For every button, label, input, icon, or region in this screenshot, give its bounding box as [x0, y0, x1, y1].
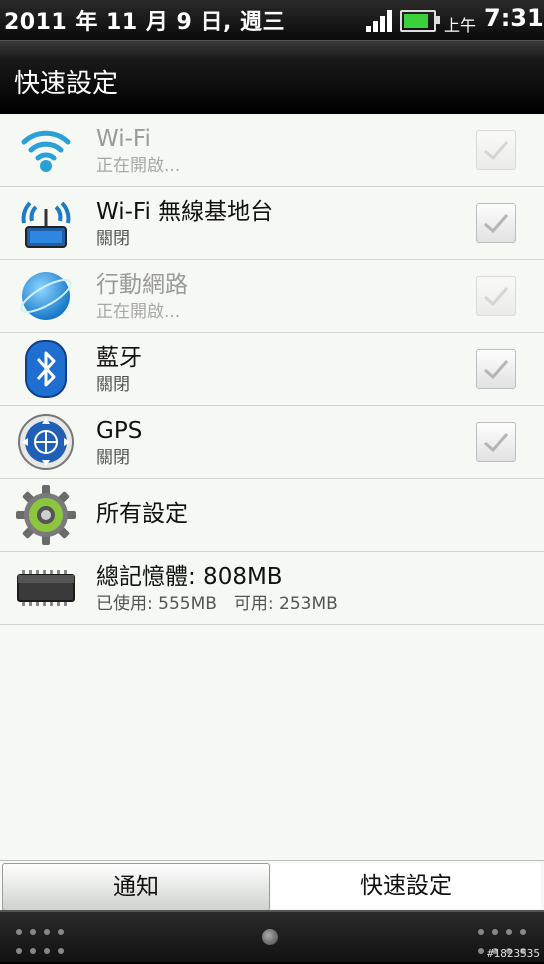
- tab-quick-settings[interactable]: 快速設定: [271, 863, 541, 909]
- quick-settings-header: 快速設定: [0, 40, 544, 113]
- home-button[interactable]: [262, 929, 278, 945]
- wifi-label: Wi-Fi: [96, 126, 151, 152]
- all-settings-row[interactable]: 所有設定: [0, 479, 544, 552]
- wifi-hotspot-icon: [16, 193, 76, 253]
- gear-icon: [16, 485, 76, 545]
- tab-notifications[interactable]: 通知: [2, 863, 270, 911]
- wifi-status: 正在開啟...: [96, 156, 181, 176]
- memory-chip-icon: [16, 558, 76, 618]
- quick-settings-list: Wi-Fi 正在開啟... Wi-Fi 無線基地台 關閉 行動網路 正在開啟..…: [0, 114, 544, 860]
- checkmark-icon: [484, 287, 509, 307]
- memory-usage-label: 已使用: 555MB 可用: 253MB: [96, 594, 338, 614]
- gps-icon: [16, 412, 76, 472]
- signal-strength-icon: [366, 10, 394, 32]
- bluetooth-icon: [16, 339, 76, 399]
- wifi-icon: [16, 120, 76, 180]
- mobile-network-status: 正在開啟...: [96, 302, 181, 322]
- wifi-row[interactable]: Wi-Fi 正在開啟...: [0, 114, 544, 187]
- checkmark-icon: [484, 141, 509, 161]
- page-title: 快速設定: [14, 69, 119, 99]
- mobile-network-label: 行動網路: [96, 272, 188, 298]
- gps-status: 關閉: [96, 448, 130, 468]
- mobile-network-checkbox[interactable]: [476, 276, 516, 316]
- status-ampm: 上午: [444, 16, 477, 35]
- checkmark-icon: [484, 433, 509, 453]
- bluetooth-row[interactable]: 藍牙 關閉: [0, 333, 544, 406]
- checkmark-icon: [484, 214, 509, 234]
- status-time: 7:31: [484, 4, 544, 32]
- checkmark-icon: [484, 360, 509, 380]
- bluetooth-checkbox[interactable]: [476, 349, 516, 389]
- status-date: 2011 年 11 月 9 日, 週三: [4, 10, 285, 35]
- bluetooth-status: 關閉: [96, 375, 130, 395]
- gps-label: GPS: [96, 418, 143, 444]
- wifi-hotspot-checkbox[interactable]: [476, 203, 516, 243]
- mobile-network-icon: [16, 266, 76, 326]
- navigation-bar: #1823535: [0, 910, 544, 962]
- status-bar: 2011 年 11 月 9 日, 週三 上午 7:31: [0, 0, 544, 40]
- memory-total-label: 總記憶體: 808MB: [96, 564, 283, 590]
- wifi-hotspot-label: Wi-Fi 無線基地台: [96, 199, 274, 225]
- watermark: #1823535: [487, 947, 540, 960]
- all-settings-label: 所有設定: [96, 501, 188, 527]
- bottom-tabs: 通知 快速設定: [0, 860, 544, 911]
- battery-icon: [400, 10, 440, 32]
- mobile-network-row[interactable]: 行動網路 正在開啟...: [0, 260, 544, 333]
- memory-row[interactable]: 總記憶體: 808MB 已使用: 555MB 可用: 253MB: [0, 552, 544, 625]
- wifi-hotspot-status: 關閉: [96, 229, 130, 249]
- gps-checkbox[interactable]: [476, 422, 516, 462]
- wifi-hotspot-row[interactable]: Wi-Fi 無線基地台 關閉: [0, 187, 544, 260]
- bluetooth-label: 藍牙: [96, 345, 142, 371]
- gps-row[interactable]: GPS 關閉: [0, 406, 544, 479]
- wifi-checkbox[interactable]: [476, 130, 516, 170]
- left-grip-icon: [12, 926, 68, 964]
